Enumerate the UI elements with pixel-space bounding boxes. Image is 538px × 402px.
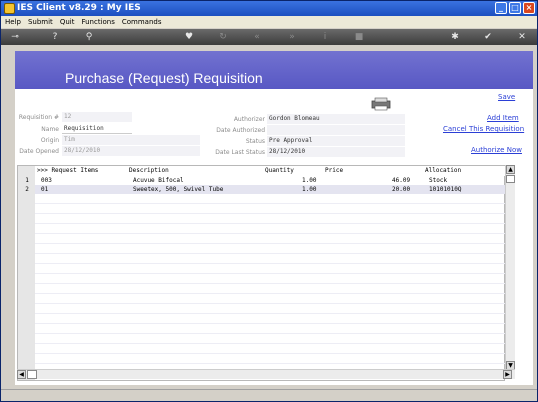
cell-description: Acuvue Bifocal (133, 177, 184, 184)
cell-allocation: 10101010Q (429, 186, 462, 193)
key-icon[interactable]: ⊸ (9, 31, 21, 43)
maximize-icon[interactable]: □ (509, 2, 521, 14)
col-quantity[interactable]: Quantity (265, 166, 294, 176)
date-authorized-field[interactable] (267, 125, 405, 135)
empty-row[interactable] (35, 334, 505, 344)
toolbar: ⊸ ? ⚲ ♥ ↻ « » i ■ ✱ ✔ ✕ (1, 29, 537, 45)
add-item-link[interactable]: Add Item (487, 114, 519, 122)
menu-functions[interactable]: Functions (81, 16, 114, 28)
app-icon (4, 3, 15, 14)
rewind-icon[interactable]: « (251, 31, 263, 43)
col-price[interactable]: Price (325, 166, 343, 176)
forward-icon[interactable]: » (286, 31, 298, 43)
row-gutter (18, 166, 35, 380)
empty-row[interactable] (35, 284, 505, 294)
row-number: 2 (25, 186, 29, 193)
empty-row[interactable] (35, 244, 505, 254)
cell-price: 20.00 (392, 186, 411, 193)
empty-row[interactable] (35, 224, 505, 234)
empty-row[interactable] (35, 214, 505, 224)
menu-submit[interactable]: Submit (28, 16, 53, 28)
date-opened-field[interactable]: 28/12/2010 (62, 146, 200, 156)
cell-description: Sweetex, 500, Swivel Tube (133, 186, 224, 193)
origin-label: Origin (40, 137, 59, 144)
empty-row[interactable] (35, 304, 505, 314)
refresh-icon[interactable]: ↻ (217, 31, 229, 43)
empty-row[interactable] (35, 234, 505, 244)
cell-quantity: 1.00 (302, 186, 317, 193)
scroll-left-icon[interactable]: ◀ (17, 370, 26, 379)
requisition-number-field[interactable]: 12 (62, 112, 132, 122)
col-request-items[interactable]: >>> Request Items (37, 166, 98, 176)
empty-row[interactable] (35, 294, 505, 304)
menu-bar: Help Submit Quit Functions Commands (1, 16, 537, 28)
date-opened-label: Date Opened (19, 148, 59, 155)
empty-row[interactable] (35, 274, 505, 284)
empty-row[interactable] (35, 314, 505, 324)
origin-field[interactable]: Tim (62, 135, 200, 145)
cell-quantity: 1.00 (302, 177, 317, 184)
vertical-scroll-thumb[interactable] (506, 175, 515, 183)
table-row[interactable]: 003 Acuvue Bifocal 1.00 46.09 Stock (35, 176, 505, 185)
authorizer-field[interactable]: Gordon Blomeau (267, 114, 405, 124)
requisition-number-label: Requisition # (18, 114, 59, 121)
horizontal-scroll-thumb[interactable] (27, 370, 37, 379)
name-field[interactable]: Requisition (62, 124, 132, 134)
info-icon[interactable]: i (319, 31, 331, 43)
cell-price: 46.09 (392, 177, 411, 184)
help-icon[interactable]: ? (49, 31, 61, 43)
empty-row[interactable] (35, 354, 505, 364)
menu-help[interactable]: Help (5, 16, 21, 28)
stop-icon[interactable]: ■ (353, 31, 365, 43)
page-banner: Purchase (Request) Requisition (15, 51, 533, 89)
check-icon[interactable]: ✔ (482, 31, 494, 43)
empty-row[interactable] (35, 254, 505, 264)
cell-item: 003 (41, 177, 52, 184)
status-bar (1, 389, 537, 401)
horizontal-scrollbar[interactable]: ◀ ▶ (17, 369, 515, 379)
empty-row[interactable] (35, 344, 505, 354)
authorize-now-link[interactable]: Authorize Now (471, 146, 522, 154)
cell-allocation: Stock (429, 177, 448, 184)
name-label: Name (41, 126, 59, 133)
table-row[interactable]: 01 Sweetex, 500, Swivel Tube 1.00 20.00 … (35, 185, 505, 194)
window-title: IES Client v8.29 : My IES (17, 3, 141, 13)
title-bar: IES Client v8.29 : My IES _ □ × (1, 1, 537, 16)
save-link[interactable]: Save (498, 93, 515, 101)
col-description[interactable]: Description (129, 166, 169, 176)
status-label: Status (245, 138, 265, 145)
date-last-status-label: Date Last Status (215, 149, 265, 156)
search-icon[interactable]: ⚲ (83, 31, 95, 43)
cell-item: 01 (41, 186, 49, 193)
authorizer-label: Authorizer (233, 116, 265, 123)
status-field[interactable]: Pre Approval (267, 136, 405, 146)
date-last-status-field[interactable]: 28/12/2010 (267, 147, 405, 157)
main-content: Purchase (Request) Requisition Save Add … (15, 51, 533, 385)
empty-row[interactable] (35, 264, 505, 274)
heart-icon[interactable]: ♥ (183, 31, 195, 43)
minimize-icon[interactable]: _ (495, 2, 507, 14)
scroll-up-icon[interactable]: ▲ (506, 165, 515, 174)
close-window-icon[interactable]: × (523, 2, 535, 14)
request-items-grid: >>> Request Items Description Quantity P… (17, 165, 519, 381)
date-authorized-label: Date Authorized (216, 127, 265, 134)
scroll-right-icon[interactable]: ▶ (503, 370, 512, 379)
printer-icon[interactable] (370, 97, 392, 111)
page-title: Purchase (Request) Requisition (65, 70, 263, 86)
grid-header: >>> Request Items Description Quantity P… (35, 166, 519, 176)
row-number: 1 (25, 177, 29, 184)
empty-row[interactable] (35, 204, 505, 214)
close-icon[interactable]: ✕ (516, 31, 528, 43)
empty-row[interactable] (35, 194, 505, 204)
menu-commands[interactable]: Commands (122, 16, 162, 28)
app-window: IES Client v8.29 : My IES _ □ × Help Sub… (0, 0, 538, 402)
empty-row[interactable] (35, 324, 505, 334)
menu-quit[interactable]: Quit (60, 16, 75, 28)
gear-icon[interactable]: ✱ (449, 31, 461, 43)
window-controls: _ □ × (495, 2, 535, 14)
col-allocation[interactable]: Allocation (425, 166, 461, 176)
vertical-scrollbar[interactable]: ▲ ▼ (505, 165, 515, 371)
cancel-requisition-link[interactable]: Cancel This Requisition (443, 125, 524, 133)
